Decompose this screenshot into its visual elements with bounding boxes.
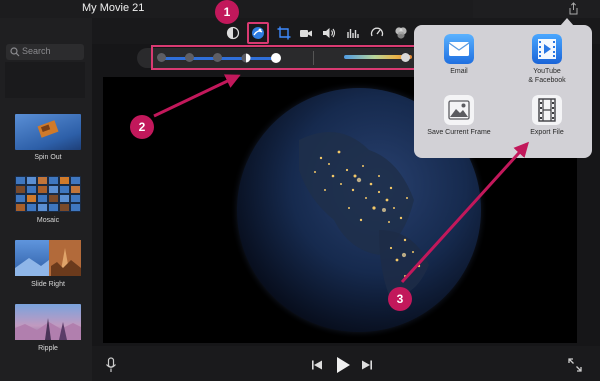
search-placeholder: Search [22, 46, 51, 56]
transition-thumb-spin-out[interactable] [15, 114, 81, 150]
microphone-icon[interactable] [105, 357, 117, 373]
spin-out-image [37, 120, 59, 138]
film-icon[interactable] [532, 95, 562, 125]
skip-back-icon[interactable] [311, 359, 323, 371]
equalizer-icon[interactable] [346, 26, 360, 40]
transition-thumb-mosaic[interactable] [15, 176, 81, 212]
mosaic-image [16, 177, 80, 211]
video-upload-icon[interactable] [532, 34, 562, 64]
skip-forward-icon[interactable] [361, 359, 373, 371]
search-icon [10, 47, 20, 57]
transition-label: Slide Right [31, 281, 65, 288]
step-1-badge: 1 [215, 0, 239, 24]
crop-icon[interactable] [277, 26, 291, 40]
stabilization-camera-icon[interactable] [299, 26, 313, 40]
top-right-strip [473, 0, 600, 18]
transition-thumb-ripple[interactable] [15, 304, 81, 340]
share-popover [414, 25, 592, 158]
step-3-badge: 3 [388, 287, 412, 311]
share-youtube-facebook-label[interactable]: YouTube & Facebook [516, 67, 578, 85]
transition-thumb-slide-right[interactable] [15, 240, 81, 276]
speed-gauge-icon[interactable] [370, 26, 384, 40]
fullscreen-icon[interactable] [568, 358, 582, 372]
play-icon[interactable] [335, 356, 351, 374]
share-save-frame-label[interactable]: Save Current Frame [420, 128, 498, 137]
temperature-knob[interactable] [401, 53, 410, 62]
panel-spacer [5, 62, 85, 98]
color-correction-icon[interactable] [251, 26, 265, 40]
share-email-label[interactable]: Email [430, 67, 488, 76]
image-icon[interactable] [444, 95, 474, 125]
volume-icon[interactable] [322, 26, 336, 40]
share-icon[interactable] [567, 2, 580, 15]
share-youtube-line: YouTube [533, 68, 561, 75]
share-export-file-label[interactable]: Export File [516, 128, 578, 137]
transition-label: Mosaic [36, 217, 60, 224]
color-balance-icon[interactable] [226, 26, 240, 40]
step-2-badge: 2 [130, 115, 154, 139]
transition-label: Ripple [38, 345, 58, 352]
mail-icon[interactable] [444, 34, 474, 64]
ripple-image [15, 318, 81, 340]
project-title: My Movie 21 [82, 2, 145, 14]
transition-label: Spin Out [34, 154, 62, 161]
video-filter-icon[interactable] [394, 26, 408, 40]
slide-right-image [15, 240, 81, 276]
share-facebook-line: & Facebook [528, 77, 566, 84]
